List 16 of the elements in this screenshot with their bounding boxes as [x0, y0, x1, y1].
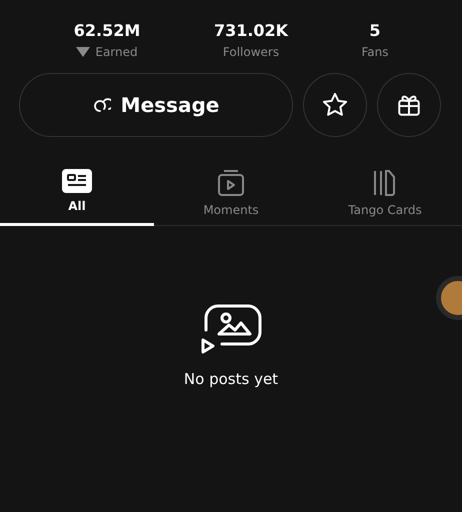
stat-label: Fans [361, 44, 388, 61]
tab[interactable]: Tango Cards [308, 164, 462, 226]
stat-value: 62.52M [74, 20, 140, 42]
profile-card-icon [62, 169, 92, 193]
tab[interactable]: All [0, 164, 154, 226]
empty-message: No posts yet [184, 370, 278, 388]
stat-value: 5 [369, 20, 381, 42]
tab[interactable]: Moments [154, 164, 308, 226]
favorite-button[interactable] [303, 73, 367, 137]
star-icon [321, 91, 349, 119]
stat-label: Earned [95, 44, 138, 61]
stat-label: Followers [222, 44, 280, 61]
gift-button[interactable] [377, 73, 441, 137]
video-icon [216, 169, 246, 197]
stat-value: 731.02K [214, 20, 288, 42]
message-button[interactable]: Message [19, 73, 293, 137]
